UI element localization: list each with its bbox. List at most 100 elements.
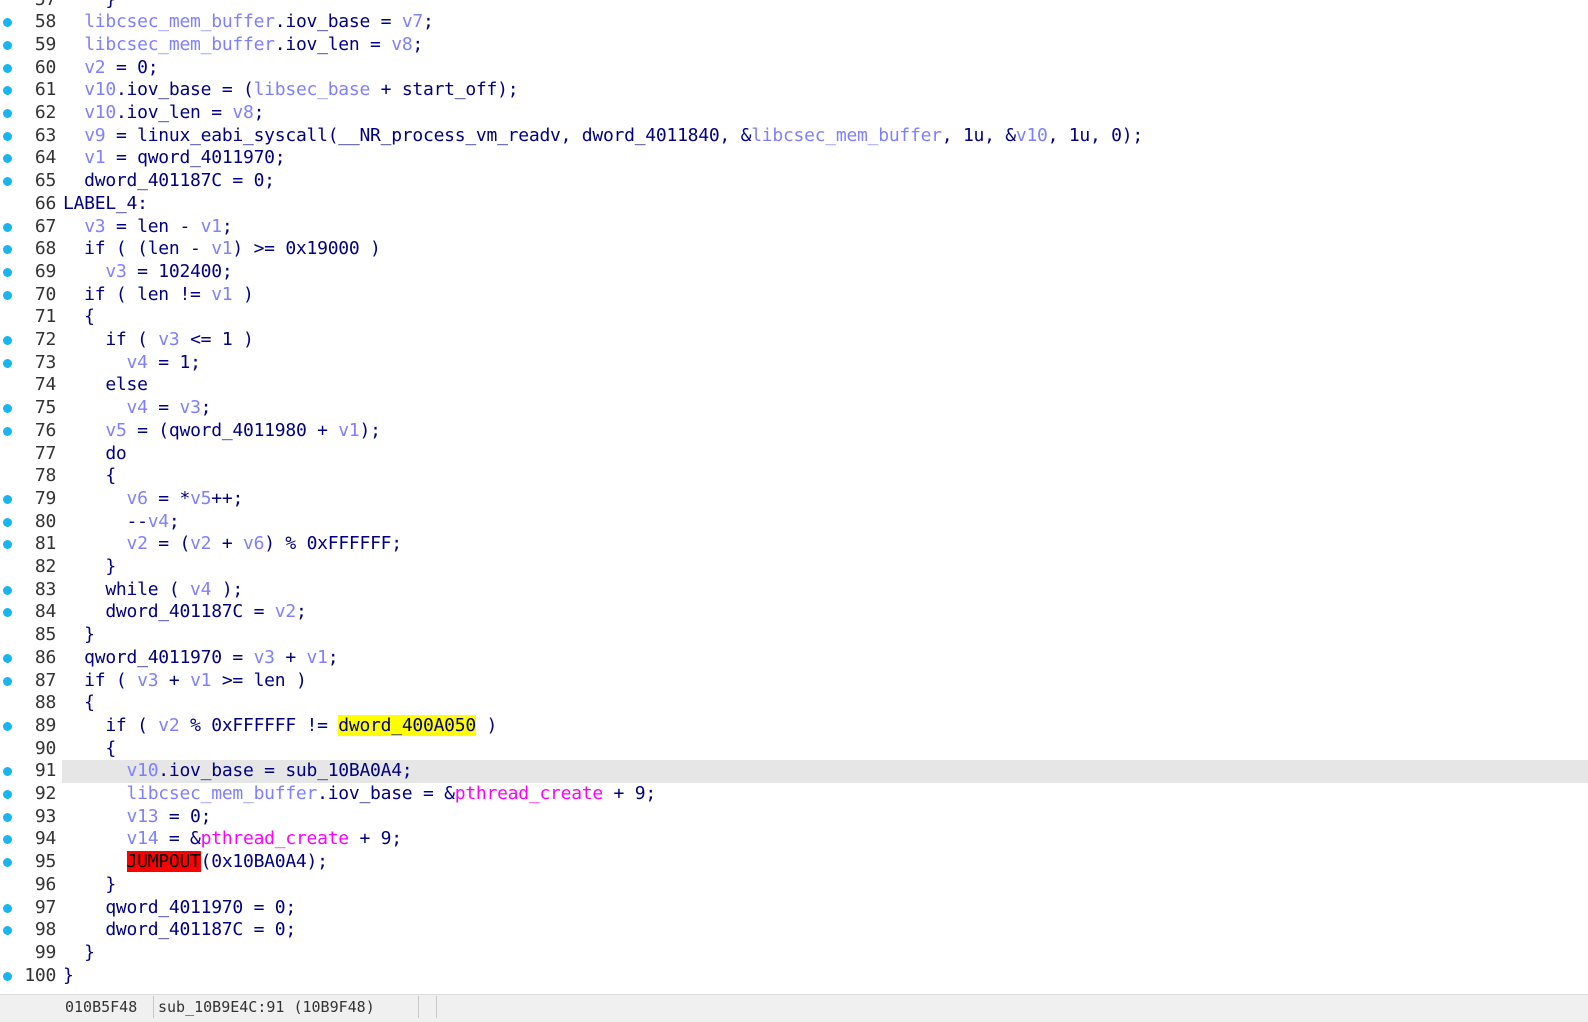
local-variable[interactable]: v3 [105, 261, 126, 282]
code-text[interactable]: else [63, 374, 148, 397]
code-text[interactable]: v1 = qword_4011970; [63, 147, 285, 170]
code-text[interactable]: v2 = 0; [63, 57, 158, 80]
code-line[interactable]: 89 if ( v2 % 0xFFFFFF != dword_400A050 ) [0, 714, 1588, 738]
local-variable[interactable]: v8 [232, 102, 253, 123]
code-text[interactable]: v6 = *v5++; [63, 488, 244, 511]
local-variable[interactable]: v10 [84, 79, 116, 100]
local-variable[interactable]: v6 [127, 488, 148, 509]
local-variable[interactable]: v3 [137, 670, 158, 691]
local-variable[interactable]: libcsec_mem_buffer [751, 125, 942, 146]
local-variable[interactable]: v1 [201, 216, 222, 237]
code-line[interactable]: 87 if ( v3 + v1 >= len ) [0, 670, 1588, 693]
code-line[interactable]: 61 v10.iov_base = (libsec_base + start_o… [0, 79, 1588, 102]
local-variable[interactable]: v3 [179, 397, 200, 418]
code-text[interactable]: } [63, 556, 116, 579]
code-text[interactable]: v13 = 0; [63, 806, 212, 829]
breakpoint-dot-icon[interactable] [3, 676, 12, 686]
code-text[interactable]: qword_4011970 = v3 + v1; [63, 647, 338, 670]
local-variable[interactable]: v1 [338, 420, 359, 441]
local-variable[interactable]: v1 [190, 670, 211, 691]
code-line[interactable]: 79 v6 = *v5++; [0, 488, 1588, 511]
local-variable[interactable]: v2 [275, 601, 296, 622]
breakpoint-dot-icon[interactable] [3, 517, 12, 527]
code-text[interactable]: if ( (len - v1) >= 0x19000 ) [63, 238, 381, 261]
code-line[interactable]: 70 if ( len != v1 ) [0, 284, 1588, 307]
code-line[interactable]: 75 v4 = v3; [0, 397, 1588, 420]
code-line[interactable]: 62 v10.iov_len = v8; [0, 102, 1588, 125]
breakpoint-dot-icon[interactable] [3, 290, 12, 300]
code-line[interactable]: 73 v4 = 1; [0, 352, 1588, 375]
local-variable[interactable]: v4 [127, 397, 148, 418]
code-text[interactable]: v10.iov_base = (libsec_base + start_off)… [63, 79, 518, 102]
code-text[interactable]: dword_401187C = 0; [63, 170, 275, 193]
code-line[interactable]: 58 libcsec_mem_buffer.iov_base = v7; [0, 11, 1588, 34]
code-line[interactable]: 90 { [0, 738, 1588, 761]
breakpoint-dot-icon[interactable] [3, 358, 12, 368]
code-text[interactable]: v10.iov_base = sub_10BA0A4; [63, 760, 413, 783]
local-variable[interactable]: v10 [127, 760, 159, 781]
code-line[interactable]: 59 libcsec_mem_buffer.iov_len = v8; [0, 34, 1588, 57]
code-text[interactable]: dword_401187C = 0; [63, 919, 296, 942]
code-line[interactable]: 60 v2 = 0; [0, 57, 1588, 80]
local-variable[interactable]: v1 [211, 284, 232, 305]
local-variable[interactable]: v7 [402, 11, 423, 32]
code-line[interactable]: 74 else [0, 374, 1588, 397]
local-variable[interactable]: v2 [127, 533, 148, 554]
local-variable[interactable]: v13 [127, 806, 159, 827]
code-line[interactable]: 68 if ( (len - v1) >= 0x19000 ) [0, 238, 1588, 261]
local-variable[interactable]: libcsec_mem_buffer [84, 11, 275, 32]
breakpoint-dot-icon[interactable] [3, 812, 12, 822]
breakpoint-dot-icon[interactable] [3, 63, 12, 73]
breakpoint-dot-icon[interactable] [3, 835, 12, 845]
highlighted-symbol[interactable]: dword_400A050 [338, 714, 476, 736]
code-line[interactable]: 76 v5 = (qword_4011980 + v1); [0, 420, 1588, 443]
local-variable[interactable]: v10 [84, 102, 116, 123]
code-line[interactable]: 100} [0, 965, 1588, 988]
code-line[interactable]: 85 } [0, 624, 1588, 647]
code-text[interactable]: libcsec_mem_buffer.iov_len = v8; [63, 34, 423, 57]
code-line[interactable]: 96 } [0, 874, 1588, 897]
breakpoint-dot-icon[interactable] [3, 245, 12, 255]
breakpoint-dot-icon[interactable] [3, 721, 12, 731]
code-text[interactable]: { [63, 306, 95, 329]
breakpoint-dot-icon[interactable] [3, 767, 12, 777]
breakpoint-dot-icon[interactable] [3, 790, 12, 799]
code-line[interactable]: 84 dword_401187C = v2; [0, 601, 1588, 624]
code-text[interactable]: v4 = 1; [63, 352, 201, 375]
code-line[interactable]: 65 dword_401187C = 0; [0, 170, 1588, 193]
local-variable[interactable]: v5 [105, 420, 126, 441]
breakpoint-dot-icon[interactable] [3, 653, 12, 663]
code-line[interactable]: 94 v14 = &pthread_create + 9; [0, 828, 1588, 851]
code-text[interactable]: } [63, 0, 116, 11]
local-variable[interactable]: v4 [127, 352, 148, 373]
jumpout-marker[interactable]: JUMPOUT [126, 851, 201, 873]
code-text[interactable]: v9 = linux_eabi_syscall(__NR_process_vm_… [63, 125, 1143, 148]
local-variable[interactable]: v6 [243, 533, 264, 554]
code-line[interactable]: 78 { [0, 465, 1588, 488]
code-text[interactable]: if ( v3 <= 1 ) [63, 329, 254, 352]
breakpoint-dot-icon[interactable] [3, 131, 12, 141]
code-text[interactable]: { [63, 692, 95, 715]
local-variable[interactable]: v4 [148, 511, 169, 532]
breakpoint-dot-icon[interactable] [3, 426, 12, 436]
code-text[interactable]: v3 = 102400; [63, 261, 232, 284]
code-line[interactable]: 71 { [0, 306, 1588, 329]
local-variable[interactable]: v1 [307, 647, 328, 668]
code-text[interactable]: v10.iov_len = v8; [63, 102, 264, 125]
local-variable[interactable]: v14 [127, 828, 159, 849]
code-text[interactable]: v2 = (v2 + v6) % 0xFFFFFF; [63, 533, 403, 556]
code-text[interactable]: qword_4011970 = 0; [63, 897, 296, 920]
code-line[interactable]: 80 --v4; [0, 511, 1588, 534]
code-line[interactable]: 83 while ( v4 ); [0, 579, 1588, 602]
local-variable[interactable]: v3 [158, 329, 179, 350]
breakpoint-dot-icon[interactable] [3, 109, 12, 118]
breakpoint-dot-icon[interactable] [3, 608, 12, 618]
code-line[interactable]: 67 v3 = len - v1; [0, 216, 1588, 239]
local-variable[interactable]: v3 [254, 647, 275, 668]
local-variable[interactable]: v3 [84, 216, 105, 237]
breakpoint-dot-icon[interactable] [3, 18, 12, 28]
code-text[interactable]: { [63, 465, 116, 488]
code-text[interactable]: } [63, 965, 74, 988]
code-line[interactable]: 92 libcsec_mem_buffer.iov_base = &pthrea… [0, 783, 1588, 806]
local-variable[interactable]: v10 [1016, 125, 1048, 146]
